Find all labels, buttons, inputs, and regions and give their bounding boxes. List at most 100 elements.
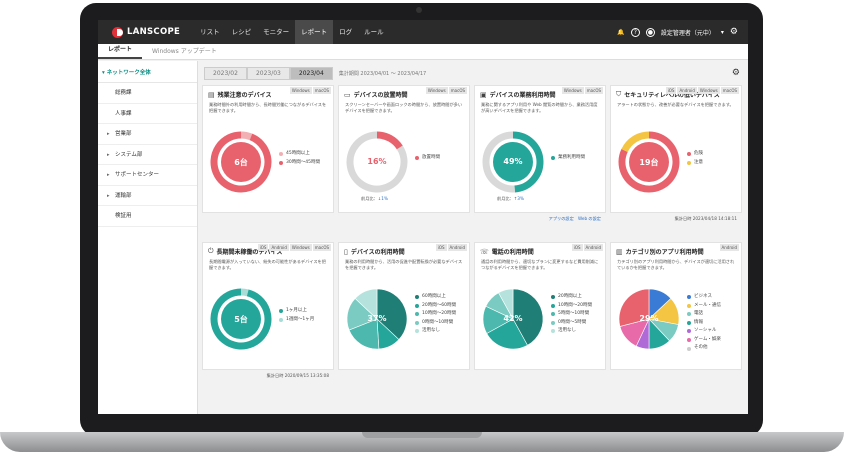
nav-item-rule[interactable]: ルール	[358, 20, 390, 44]
logo-mark-icon	[112, 26, 123, 38]
app-settings-link[interactable]: アプリの設定	[549, 216, 574, 221]
user-icon: ●	[645, 27, 655, 37]
nav-item-report[interactable]: レポート	[295, 20, 334, 44]
legend-label: 30時間～45時間	[286, 159, 320, 165]
sidebar-item-sales[interactable]: 営業部	[98, 124, 197, 145]
nav-item-list[interactable]: リスト	[194, 20, 226, 44]
legend-label: 業務利用時間	[558, 155, 585, 160]
date-tab-apr[interactable]: 2023/04	[289, 67, 333, 80]
sidebar-item-system[interactable]: システム部	[98, 145, 197, 165]
month-comparison: 前月比：↓1%	[361, 196, 388, 202]
legend-item: 10時間～20時間	[551, 302, 592, 311]
chart-svg	[482, 131, 544, 193]
tab-windows-update[interactable]: Windows アップデート	[142, 46, 227, 59]
report-card[interactable]: iOS Android Windows macOS ⛉ セキュリティレベルの低いデバイスア…	[610, 85, 742, 221]
legend-item: 0時間～5時間	[551, 319, 592, 328]
logo[interactable]: LANSCOPE	[112, 26, 180, 38]
help-icon[interactable]: ?	[630, 27, 640, 37]
nav-item-monitor[interactable]: モニター	[257, 20, 295, 44]
comparison-label: 前月比：	[361, 196, 378, 201]
legend-dot	[687, 320, 691, 325]
legend-item: 放置時間	[415, 154, 440, 163]
legend-label: 注意	[694, 159, 703, 165]
report-card[interactable]: iOS Android Windows macOS ⏻ 長期間未稼働のデバイス 長期間電源が…	[202, 242, 334, 378]
legend-dot	[551, 156, 555, 161]
legend-item: 20時間以上	[551, 293, 592, 302]
legend-label: 電話	[694, 311, 703, 317]
legend-label: 45時間以上	[286, 151, 310, 156]
legend-label: 活用なし	[422, 328, 440, 334]
card-center-value: 5台	[234, 315, 248, 324]
legend-item: 0時間～10時間	[415, 319, 456, 328]
legend-dot	[687, 346, 691, 351]
top-navigation: LANSCOPE リスト レシピ モニター レポート ログ ルール 🔔 ? ● …	[98, 20, 748, 44]
sidebar-header-label: ネットワーク全体	[106, 70, 151, 76]
report-card[interactable]: Windows macOS ▭ デバイスの放置時間 スクリーンセーバーや画面ロックの時間…	[338, 85, 470, 213]
sidebar-item-verification[interactable]: 検証用	[98, 206, 197, 227]
legend: 45時間以上 30時間～45時間	[279, 150, 320, 167]
legend-label: その他	[694, 345, 708, 351]
ring-segment	[240, 131, 253, 141]
card-center-value: 16%	[367, 157, 387, 166]
legend-item: ビジネス	[687, 293, 721, 302]
date-tab-mar[interactable]: 2023/03	[246, 67, 290, 80]
legend-dot	[279, 309, 283, 314]
sidebar-item-hr[interactable]: 人事課	[98, 104, 197, 124]
nav-item-log[interactable]: ログ	[333, 20, 358, 44]
legend-item: メール・通信	[687, 302, 721, 311]
report-card[interactable]: Android ▥ カテゴリ別のアプリ利用時間 カテゴリ別のアプリ利用時間から、デバイ…	[610, 242, 742, 370]
legend-label: 放置時間	[422, 155, 440, 160]
tab-report[interactable]: レポート	[98, 44, 143, 59]
legend: 危険 注意	[687, 150, 703, 167]
ring-segment	[240, 288, 249, 297]
legend-label: 1週間～1ヶ月	[286, 316, 315, 322]
legend: ビジネス メール・通信 電話 情報 ソーシャル ゲーム・娯楽 その他	[687, 293, 721, 353]
chevron-down-icon[interactable]: ▾	[721, 29, 724, 36]
legend-label: 10時間～20時間	[422, 311, 456, 317]
legend: 60時間以上 20時間～60時間 10時間～20時間 0時間～10時間 活用なし	[415, 293, 456, 336]
legend: 1ヶ月以上 1週間～1ヶ月	[279, 307, 314, 324]
legend-dot	[551, 295, 555, 300]
legend-dot	[279, 160, 283, 165]
comparison-label: 前月比：	[497, 196, 514, 201]
legend-label: メール・通信	[694, 302, 721, 308]
report-card[interactable]: Windows macOS ▣ デバイスの業務利用時間 業務に関するアプリ利用や Web…	[474, 85, 606, 221]
legend-label: 活用なし	[558, 328, 576, 334]
legend-label: ビジネス	[694, 294, 712, 299]
bell-icon[interactable]: 🔔	[617, 29, 624, 36]
settings-gear-icon[interactable]: ⚙	[732, 68, 740, 78]
legend-item: 電話	[687, 310, 721, 319]
legend-dot	[415, 295, 419, 300]
legend-item: 業務利用時間	[551, 154, 585, 163]
report-card[interactable]: Windows macOS ▤ 残業注意のデバイス 業務時間外の利用時間から、長時間労働…	[202, 85, 334, 213]
legend-item: その他	[687, 344, 721, 353]
user-name[interactable]: 設定管理者（元中）	[661, 28, 715, 37]
legend-dot	[415, 329, 419, 334]
legend-dot	[415, 303, 419, 308]
sidebar-header[interactable]: ▾ ネットワーク全体	[98, 61, 197, 83]
report-card[interactable]: iOS Android ☏ 電話の利用時間 通話の利用時間から、適切なプランに変更するな…	[474, 242, 606, 370]
legend-item: 注意	[687, 159, 703, 168]
nav-item-recipe[interactable]: レシピ	[226, 20, 258, 44]
legend-dot	[687, 312, 691, 317]
chart-svg	[618, 131, 680, 193]
sidebar-item-transport[interactable]: 運輸部	[98, 186, 197, 206]
legend-item: 活用なし	[415, 327, 456, 336]
legend: 放置時間	[415, 154, 440, 163]
sidebar-item-general-affairs[interactable]: 総務課	[98, 83, 197, 104]
legend-dot	[551, 312, 555, 317]
card-center-value: 49%	[503, 157, 523, 166]
legend-label: 1ヶ月以上	[286, 308, 307, 313]
sidebar-item-support[interactable]: サポートセンター	[98, 165, 197, 186]
web-settings-link[interactable]: Web の設定	[578, 216, 601, 221]
aggregation-datetime: 集計日時 2023/04/18 14:18:11	[674, 216, 737, 221]
legend-label: 情報	[694, 319, 703, 325]
gear-icon[interactable]: ⚙	[730, 27, 738, 37]
legend-dot	[687, 152, 691, 157]
report-card[interactable]: iOS Android ▯ デバイスの利用時間 業務の利用時間から、活用の促進や配置転換…	[338, 242, 470, 370]
date-tab-feb[interactable]: 2023/02	[204, 67, 247, 80]
legend-item: 1週間～1ヶ月	[279, 316, 314, 325]
comparison-value: ↓1%	[377, 196, 388, 201]
legend-dot	[551, 320, 555, 325]
chart-svg	[346, 131, 408, 193]
